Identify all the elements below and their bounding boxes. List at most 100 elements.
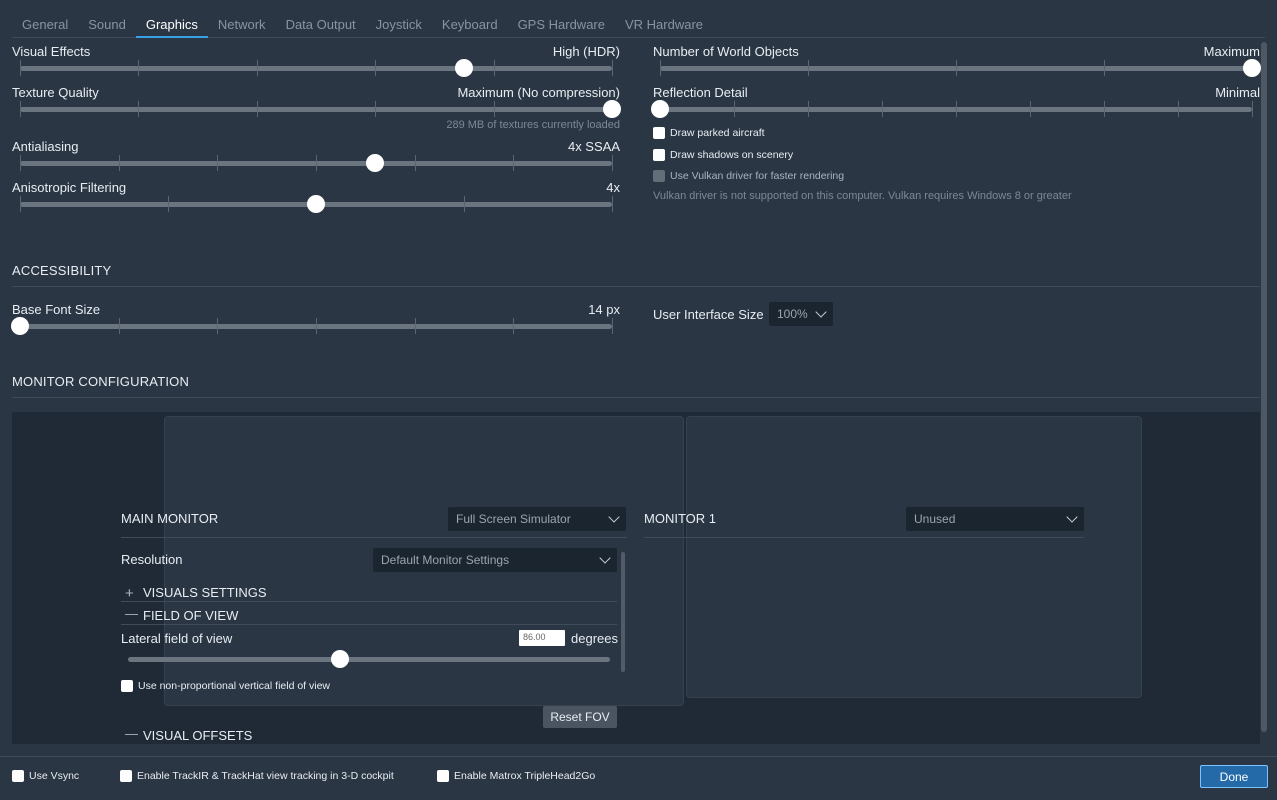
slider-tick	[808, 60, 809, 76]
slider-tick	[414, 318, 416, 334]
divider	[12, 397, 1260, 398]
slider-tick	[734, 101, 735, 117]
lateral-fov-input[interactable]: 86.00	[519, 630, 565, 646]
base-font-size-slider[interactable]	[11, 317, 613, 335]
world-objects-slider[interactable]	[660, 59, 1261, 77]
page-scrollbar[interactable]	[1261, 42, 1267, 732]
slider-tick	[316, 318, 317, 334]
main-monitor-mode-value: Full Screen Simulator	[456, 512, 571, 526]
monitor-config-heading: MONITOR CONFIGURATION	[12, 374, 190, 389]
slider-tick	[138, 101, 140, 117]
monitor-1-label: MONITOR 1	[644, 511, 716, 526]
slider-handle[interactable]	[603, 100, 621, 118]
checkbox-box[interactable]	[653, 149, 665, 161]
reflection-detail-slider[interactable]	[651, 100, 1253, 118]
matrox-checkbox[interactable]: Enable Matrox TripleHead2Go	[437, 770, 595, 782]
vulkan-note: Vulkan driver is not supported on this c…	[653, 190, 1072, 202]
trackir-checkbox[interactable]: Enable TrackIR & TrackHat view tracking …	[120, 770, 394, 782]
slider-tick	[493, 60, 495, 76]
checkbox-box[interactable]	[12, 770, 24, 782]
checkbox-box	[653, 170, 665, 182]
texture-quality-slider[interactable]	[20, 100, 621, 118]
done-button[interactable]: Done	[1200, 765, 1268, 788]
slider-tick	[464, 196, 465, 212]
non-proportional-fov-checkbox[interactable]: Use non-proportional vertical field of v…	[121, 680, 330, 692]
visual-offsets-heading[interactable]: VISUAL OFFSETS	[143, 728, 252, 743]
slider-tick	[256, 60, 258, 76]
vulkan-label: Use Vulkan driver for faster rendering	[670, 170, 845, 182]
tab-general[interactable]: General	[12, 14, 78, 38]
monitor-1-preview[interactable]	[686, 416, 1142, 698]
ui-size-label: User Interface Size	[653, 307, 764, 322]
tab-keyboard[interactable]: Keyboard	[432, 14, 508, 38]
reflection-detail-value: Minimal	[1215, 85, 1260, 100]
texture-quality-value: Maximum (No compression)	[457, 85, 620, 100]
checkbox-box[interactable]	[437, 770, 449, 782]
tab-graphics[interactable]: Graphics	[135, 14, 208, 38]
slider-handle[interactable]	[651, 100, 669, 118]
slider-tick	[20, 196, 21, 212]
slider-tick	[1104, 60, 1105, 76]
ui-size-value: 100%	[777, 307, 808, 321]
base-font-size-value: 14 px	[588, 302, 620, 317]
draw-shadows-checkbox[interactable]: Draw shadows on scenery	[653, 149, 793, 161]
tab-vr-hardware[interactable]: VR Hardware	[615, 14, 713, 38]
slider-tick	[118, 155, 120, 171]
slider-tick	[513, 318, 515, 334]
slider-tick	[882, 101, 883, 117]
collapse-icon[interactable]: —	[125, 606, 138, 621]
slider-track[interactable]	[20, 66, 612, 71]
settings-scrollbar[interactable]	[621, 552, 625, 672]
tab-gps-hardware[interactable]: GPS Hardware	[508, 14, 615, 38]
collapse-icon[interactable]: —	[125, 726, 138, 741]
slider-tick	[808, 101, 809, 117]
visuals-settings-heading[interactable]: VISUALS SETTINGS	[143, 585, 267, 600]
reset-fov-button[interactable]: Reset FOV	[543, 706, 617, 728]
slider-handle[interactable]	[455, 59, 473, 77]
checkbox-box[interactable]	[653, 127, 665, 139]
main-monitor-mode-dropdown[interactable]: Full Screen Simulator	[448, 507, 626, 531]
draw-parked-aircraft-checkbox[interactable]: Draw parked aircraft	[653, 127, 765, 139]
slider-tick	[513, 155, 515, 171]
slider-tick	[612, 155, 613, 171]
monitor-1-mode-dropdown[interactable]: Unused	[906, 507, 1084, 531]
draw-parked-aircraft-label: Draw parked aircraft	[670, 127, 765, 139]
anisotropic-slider[interactable]	[20, 195, 613, 213]
vsync-checkbox[interactable]: Use Vsync	[12, 770, 79, 782]
slider-track[interactable]	[128, 657, 610, 662]
monitor-1-mode-value: Unused	[914, 512, 956, 526]
expand-icon[interactable]: +	[125, 585, 134, 602]
tab-joystick[interactable]: Joystick	[366, 14, 432, 38]
checkbox-box[interactable]	[121, 680, 133, 692]
slider-handle[interactable]	[331, 650, 350, 668]
resolution-dropdown[interactable]: Default Monitor Settings	[373, 548, 617, 572]
slider-handle[interactable]	[366, 154, 385, 172]
visual-effects-slider[interactable]	[20, 59, 613, 77]
slider-handle[interactable]	[1243, 59, 1261, 77]
slider-handle[interactable]	[307, 195, 325, 213]
tab-sound[interactable]: Sound	[78, 14, 136, 38]
matrox-label: Enable Matrox TripleHead2Go	[454, 770, 596, 782]
chevron-down-icon	[1066, 511, 1078, 523]
tab-network[interactable]: Network	[208, 14, 276, 38]
non-proportional-fov-label: Use non-proportional vertical field of v…	[138, 680, 331, 692]
base-font-size-label: Base Font Size	[12, 302, 101, 317]
checkbox-box[interactable]	[120, 770, 132, 782]
slider-tick	[1252, 101, 1253, 117]
slider-track[interactable]	[20, 107, 612, 112]
resolution-label: Resolution	[121, 552, 183, 567]
slider-tick	[1104, 101, 1105, 117]
field-of-view-heading[interactable]: FIELD OF VIEW	[143, 608, 238, 623]
slider-tick	[375, 60, 377, 76]
ui-size-dropdown[interactable]: 100%	[769, 302, 833, 326]
slider-tick	[375, 101, 377, 117]
slider-tick	[168, 196, 169, 212]
slider-tick	[20, 101, 21, 117]
world-objects-value: Maximum	[1203, 44, 1260, 59]
lateral-fov-slider[interactable]	[128, 650, 610, 668]
antialiasing-slider[interactable]	[20, 154, 613, 172]
slider-tick	[217, 155, 219, 171]
tab-data-output[interactable]: Data Output	[276, 14, 366, 38]
monitor-config-area: MAIN MONITOR Full Screen Simulator MONIT…	[12, 412, 1260, 744]
slider-handle[interactable]	[11, 317, 29, 335]
